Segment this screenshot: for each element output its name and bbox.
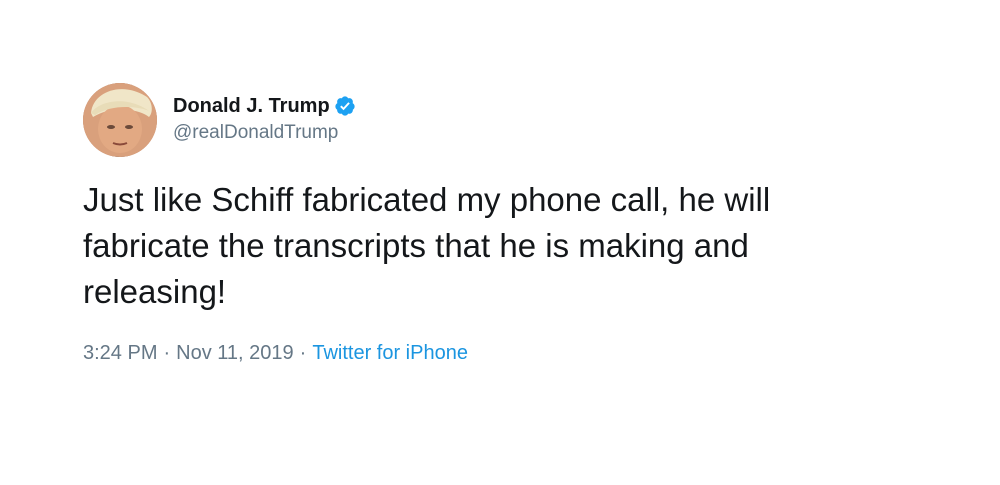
meta-separator: · [299,342,307,364]
verified-badge-icon [335,96,355,116]
tweet-header: Donald J. Trump @realDonaldTrump [83,83,963,157]
tweet-time[interactable]: 3:24 PM [83,342,157,364]
tweet-card: Donald J. Trump @realDonaldTrump Just li… [83,83,963,367]
meta-separator: · [163,342,171,364]
display-name[interactable]: Donald J. Trump [173,93,330,119]
display-name-row: Donald J. Trump [173,93,356,119]
author-handle[interactable]: @realDonaldTrump [173,119,356,147]
avatar-portrait-icon [83,83,157,157]
tweet-date[interactable]: Nov 11, 2019 [176,342,294,364]
author-names: Donald J. Trump @realDonaldTrump [173,93,356,147]
tweet-text: Just like Schiff fabricated my phone cal… [83,181,771,310]
tweet-source-link[interactable]: Twitter for iPhone [312,342,468,364]
avatar[interactable] [83,83,157,157]
tweet-meta: 3:24 PM · Nov 11, 2019 · Twitter for iPhone [83,339,963,367]
